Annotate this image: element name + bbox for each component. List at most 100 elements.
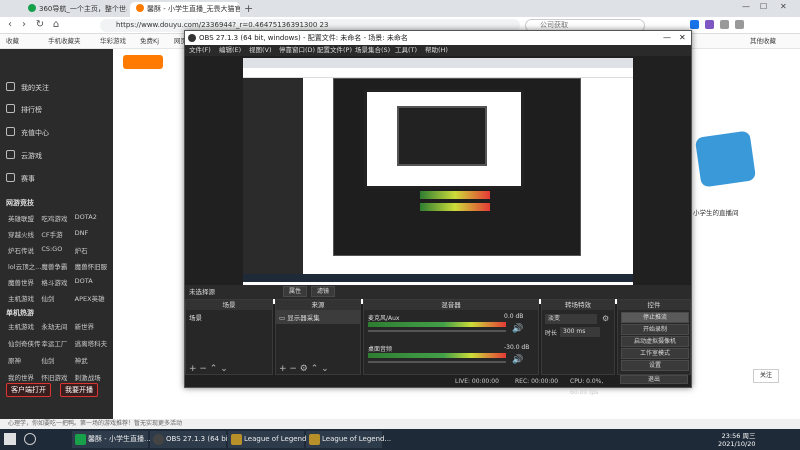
game-category-link[interactable]: 格斗游戏: [41, 277, 74, 287]
close-button[interactable]: ✕: [780, 2, 787, 11]
follow-button[interactable]: 关注: [753, 369, 779, 383]
game-category-link[interactable]: 魔兽争霸: [41, 261, 74, 271]
game-category-link[interactable]: CF手游: [41, 229, 74, 239]
mic-speaker-icon[interactable]: 🔊: [512, 324, 523, 334]
search-icon[interactable]: [24, 433, 36, 445]
sidebar-item-cloudgame[interactable]: 云游戏: [6, 148, 42, 164]
duration-input[interactable]: 300 ms: [560, 327, 600, 337]
menu-docks[interactable]: 停靠窗口(D): [279, 45, 315, 56]
taskbar-lol-2[interactable]: League of Legend...: [306, 431, 391, 448]
game-category-link[interactable]: DOTA: [75, 277, 108, 287]
game-category-link[interactable]: 逃离塔科夫: [75, 338, 108, 348]
studio-mode-button[interactable]: 工作室模式: [621, 348, 689, 359]
obs-close-button[interactable]: ✕: [679, 31, 686, 45]
menu-view[interactable]: 视图(V): [249, 45, 272, 56]
sidebar-item-follow[interactable]: 我的关注: [6, 80, 49, 96]
settings-button[interactable]: 设置: [621, 360, 689, 371]
maximize-button[interactable]: ☐: [760, 2, 767, 11]
game-category-link[interactable]: 神武: [75, 355, 108, 365]
transition-select[interactable]: 淡变: [545, 314, 597, 324]
game-category-link[interactable]: 原神: [8, 355, 41, 365]
extension-icon[interactable]: [690, 20, 699, 29]
add-scene-button[interactable]: + − ⌃ ⌄: [189, 364, 228, 374]
start-stream-button[interactable]: 我要开播: [60, 383, 98, 397]
game-category-link[interactable]: 英雄联盟: [8, 213, 41, 223]
stop-streaming-button[interactable]: 停止推流: [621, 312, 689, 323]
game-category-link[interactable]: DOTA2: [75, 213, 108, 223]
game-category-link[interactable]: 刺激战场: [75, 372, 108, 382]
menu-tools[interactable]: 工具(T): [395, 45, 417, 56]
game-category-link[interactable]: 穿越火线: [8, 229, 41, 239]
transition-settings-icon[interactable]: ⚙: [602, 314, 609, 323]
browser-tab-2[interactable]: 馨酥 - 小学生直播_无畏大猫官方...: [130, 2, 240, 17]
game-category-link[interactable]: lol云顶之...: [8, 261, 41, 271]
game-category-link[interactable]: 炉石: [75, 245, 108, 255]
add-source-button[interactable]: + − ⚙ ⌃ ⌄: [279, 364, 329, 374]
menu-scenecollection[interactable]: 场景集合(S): [355, 45, 390, 56]
game-category-link[interactable]: 吃鸡游戏: [41, 213, 74, 223]
bookmark[interactable]: 其他收藏: [750, 35, 776, 48]
extension-icon[interactable]: [705, 20, 714, 29]
taskbar-obs[interactable]: OBS 27.1.3 (64 bit...: [150, 431, 237, 448]
mixer-track-desktop: 桌面音频: [368, 346, 393, 353]
captured-obs: [333, 78, 581, 256]
browser-tab-1[interactable]: 360导航_一个主页，整个世界: [22, 2, 127, 17]
scene-item[interactable]: 场景: [186, 310, 272, 324]
bookmark[interactable]: 华彩游戏: [100, 35, 126, 48]
open-client-button[interactable]: 客户端打开: [6, 383, 51, 397]
exit-button[interactable]: 退出: [620, 375, 688, 384]
game-category-link[interactable]: 我的世界: [8, 372, 41, 382]
menu-profile[interactable]: 配置文件(P): [317, 45, 352, 56]
sidebar-item-events[interactable]: 赛事: [6, 171, 35, 187]
clock[interactable]: 23:56 周三 2021/10/20: [718, 430, 755, 448]
properties-button[interactable]: 属性: [283, 286, 307, 297]
bookmark[interactable]: 手机收藏夹: [48, 35, 81, 48]
bookmark[interactable]: 收藏: [6, 35, 19, 48]
game-category-link[interactable]: 仙剑: [41, 355, 74, 365]
source-item[interactable]: ▭ 显示器采集: [276, 310, 360, 324]
menu-edit[interactable]: 编辑(E): [219, 45, 241, 56]
no-source-label: 未选择源: [189, 288, 215, 296]
virtual-camera-button[interactable]: 启动虚拟摄像机: [621, 336, 689, 347]
desktop-speaker-icon[interactable]: 🔊: [512, 355, 523, 365]
home-icon[interactable]: ⌂: [50, 19, 62, 31]
menu-help[interactable]: 帮助(H): [425, 45, 448, 56]
game-category-link[interactable]: 幸运工厂: [41, 338, 74, 348]
taskbar-lol-1[interactable]: League of Legends: [228, 431, 310, 448]
game-category-link[interactable]: 新世界: [75, 321, 108, 331]
new-tab-button[interactable]: +: [244, 2, 253, 15]
obs-minimize-button[interactable]: —: [663, 31, 671, 45]
game-category-link[interactable]: 魔兽世界: [8, 277, 41, 287]
desktop-volume-slider[interactable]: [368, 361, 506, 363]
sidebar-item-rank[interactable]: 排行榜: [6, 102, 42, 118]
game-category-link[interactable]: 炉石传说: [8, 245, 41, 255]
sidebar-item-recharge[interactable]: 充值中心: [6, 125, 49, 141]
obs-preview[interactable]: [243, 58, 633, 304]
refresh-icon[interactable]: ↻: [34, 19, 46, 31]
obs-window: OBS 27.1.3 (64 bit, windows) - 配置文件: 未命名…: [184, 30, 692, 396]
start-recording-button[interactable]: 开始录制: [621, 324, 689, 335]
taskbar-browser[interactable]: 馨酥 - 小学生直播...: [72, 431, 151, 448]
mic-volume-slider[interactable]: [368, 330, 506, 332]
forward-icon[interactable]: ›: [18, 19, 30, 31]
game-category-link[interactable]: 怀旧游戏: [41, 372, 74, 382]
game-category-link[interactable]: 仙剑奇侠传: [8, 338, 41, 348]
back-icon[interactable]: ‹: [4, 19, 16, 31]
extension-icon[interactable]: [720, 20, 729, 29]
game-category-link[interactable]: 主机游戏: [8, 321, 41, 331]
game-category-link[interactable]: APEX英雄: [75, 293, 108, 303]
bookmark[interactable]: 免费Kj: [140, 35, 159, 48]
game-category-link[interactable]: CS:GO: [41, 245, 74, 255]
windows-start-icon[interactable]: [4, 433, 16, 445]
game-category-link[interactable]: 永劫无间: [41, 321, 74, 331]
game-category-link[interactable]: DNF: [75, 229, 108, 239]
menu-icon[interactable]: [735, 20, 744, 29]
section-hot: 网游竞技: [6, 199, 34, 207]
filters-button[interactable]: 滤镜: [311, 286, 335, 297]
game-category-link[interactable]: 魔兽怀旧服: [75, 261, 108, 271]
screen-capture: [243, 58, 633, 304]
game-category-link[interactable]: 主机游戏: [8, 293, 41, 303]
menu-file[interactable]: 文件(F): [189, 45, 211, 56]
minimize-button[interactable]: —: [742, 2, 750, 11]
game-category-link[interactable]: 仙剑: [41, 293, 74, 303]
